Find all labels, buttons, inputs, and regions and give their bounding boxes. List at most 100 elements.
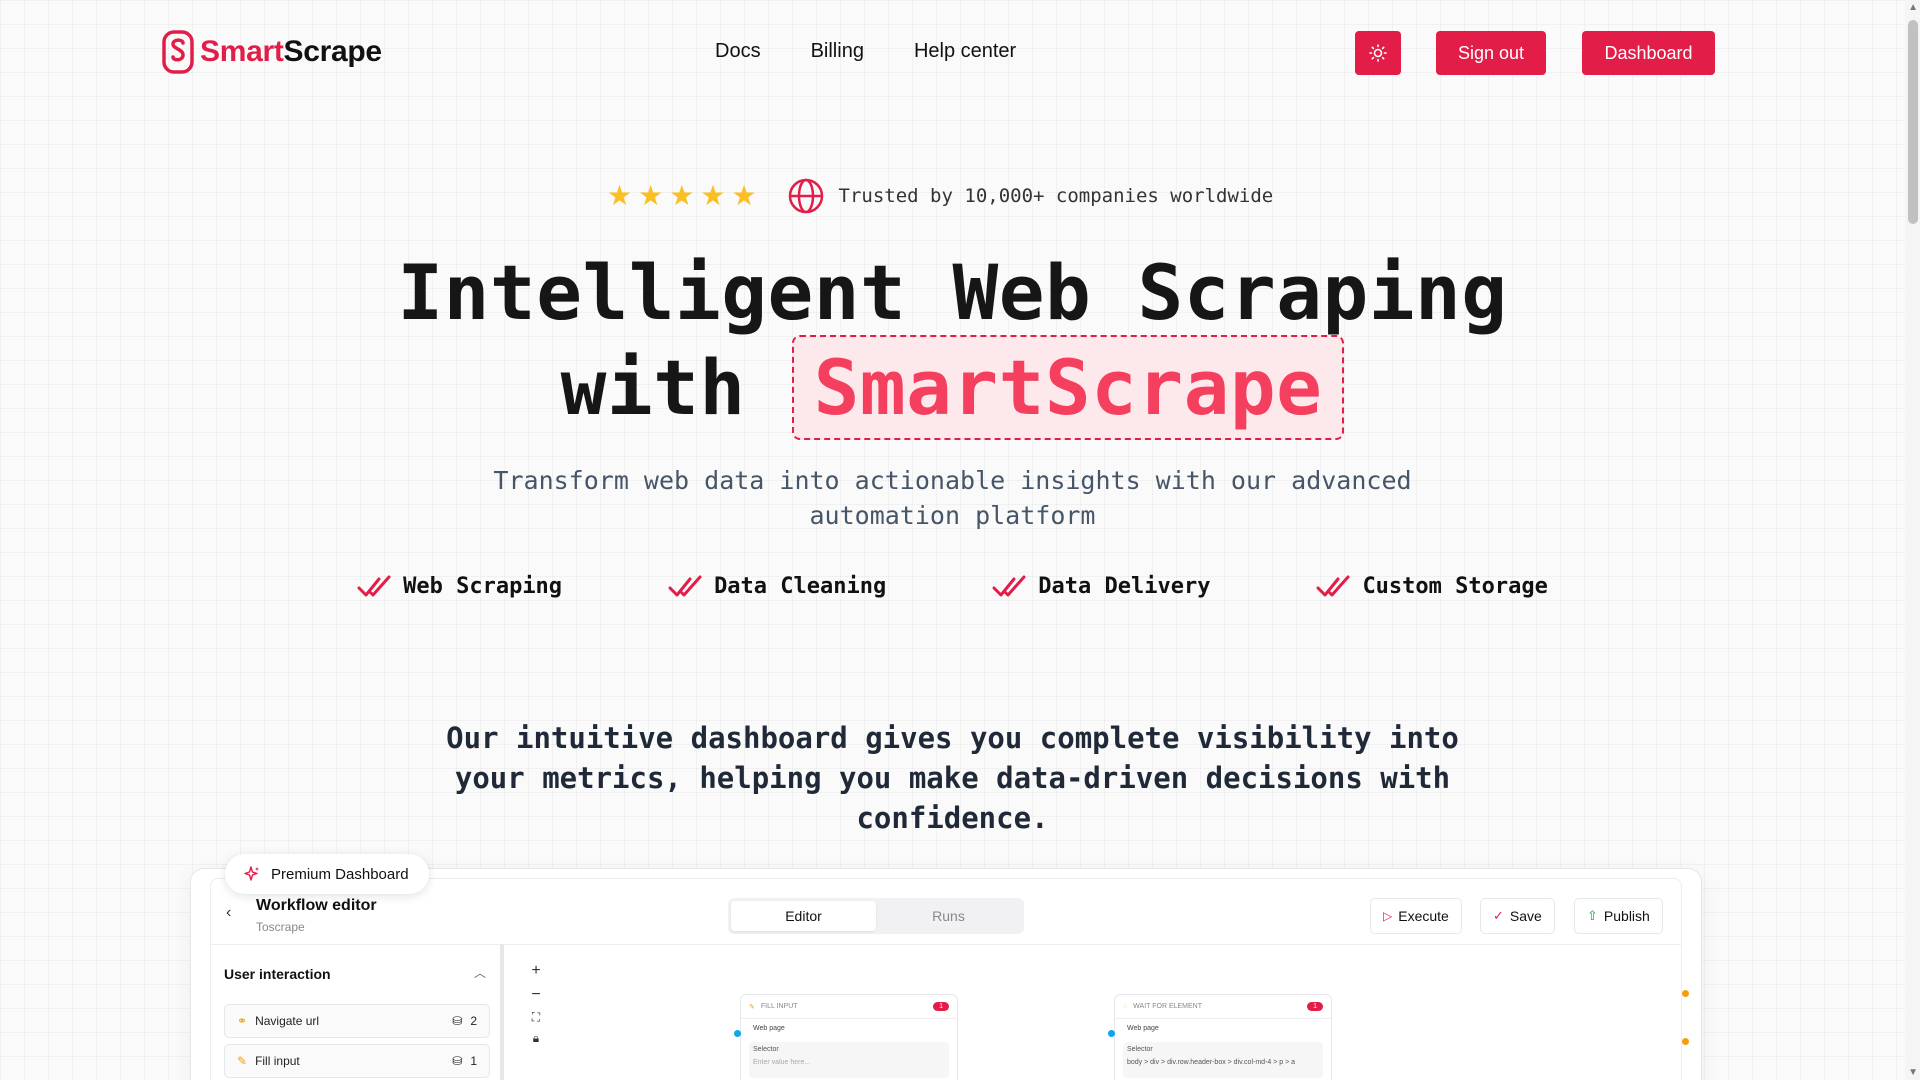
trust-text: Trusted by 10,000+ companies worldwide [838,185,1274,207]
canvas-controls: + − ⛶ 🔒︎ [524,962,548,1046]
save-label: Save [1509,908,1542,924]
execute-label: Execute [1398,908,1449,924]
feature-label: Data Cleaning [714,574,887,599]
editor-tabs: Editor Runs [728,898,1024,934]
node-selector: Selector body > div > div.row.header-box… [1123,1042,1323,1078]
flow-node-fill-input[interactable]: ✎ FILL INPUT 1 Web page Selector Enter v… [740,994,958,1080]
feature-item: Data Cleaning [668,574,886,599]
pencil-icon: ✎ [237,1054,248,1068]
task-count-value: 1 [470,1054,477,1068]
nav-links: Docs Billing Help center [715,40,1016,63]
publish-button[interactable]: ⇧ Publish [1574,898,1663,934]
node-header: ✎ FILL INPUT 1 [741,995,957,1019]
check-icon: ✓ [1493,908,1504,923]
feature-list: Web Scraping Data Cleaning Data Delivery… [0,574,1905,599]
star-icon: ★ [607,180,633,211]
task-count: ⛁ 1 [452,1054,477,1068]
sidebar-resize-handle[interactable] [500,944,504,1080]
scroll-down-icon[interactable]: ▼ [1908,1067,1918,1078]
upload-icon: ⇧ [1587,908,1598,923]
top-navbar: SmartScrape Docs Billing Help center Sig… [0,0,1905,105]
feature-item: Custom Storage [1316,574,1548,599]
scroll-up-icon[interactable]: ▲ [1908,2,1918,13]
lead-line3: confidence. [856,801,1049,835]
link-icon: ⚭ [237,1014,248,1028]
editor-divider [211,944,1681,945]
section-title: User interaction [224,966,331,982]
double-check-icon [1316,575,1350,596]
sparkles-icon [244,866,259,881]
nav-link-docs[interactable]: Docs [715,40,761,63]
hero-subtitle-line2: automation platform [809,501,1096,530]
hero-highlight: SmartScrape [791,335,1345,440]
chevron-up-icon[interactable]: ︿ [474,964,486,981]
double-check-icon [992,575,1026,596]
scrollbar-thumb[interactable] [1908,20,1918,224]
tab-editor[interactable]: Editor [731,901,876,931]
lock-icon[interactable]: 🔒︎ [533,1031,539,1046]
double-check-icon [668,575,702,596]
task-label: Navigate url [255,1014,320,1028]
task-count: ⛁ 2 [452,1014,477,1028]
selector-label: Selector [1127,1046,1153,1053]
node-badge: 1 [1307,1002,1323,1011]
theme-toggle-button[interactable] [1355,31,1401,75]
node-selector: Selector Enter value here... [749,1042,949,1078]
nav-link-help-center[interactable]: Help center [914,40,1016,63]
feature-label: Web Scraping [403,574,563,599]
sign-out-button[interactable]: Sign out [1436,31,1546,75]
zoom-out-icon[interactable]: − [531,986,540,1004]
hero-subtitle-line1: Transform web data into actionable insig… [493,466,1412,495]
selector-input[interactable]: body > div > div.row.header-box > div.co… [1127,1059,1319,1066]
node-row: Web page [1127,1025,1159,1032]
task-item-navigate-url[interactable]: ⚭ Navigate url ⛁ 2 [224,1004,490,1038]
star-icon: ★ [638,180,664,211]
star-icon: ★ [731,180,757,211]
premium-badge: Premium Dashboard [225,854,429,894]
zoom-in-icon[interactable]: + [531,962,540,980]
sun-icon [1369,44,1387,62]
task-label: Fill input [255,1054,300,1068]
feature-label: Data Delivery [1038,574,1211,599]
node-badge: 1 [933,1002,949,1011]
double-check-icon [357,575,391,596]
hero-title-prefix: with [560,343,746,432]
workflow-title: Workflow editor [256,897,377,914]
connector-dot [1682,1038,1689,1045]
globe-icon [788,178,823,214]
feature-item: Web Scraping [357,574,562,599]
rating-stars: ★ ★ ★ ★ ★ [607,182,757,210]
node-title: WAIT FOR ELEMENT [1133,1003,1203,1010]
nav-link-billing[interactable]: Billing [811,40,864,63]
lead-line1: Our intuitive dashboard gives you comple… [446,721,1459,755]
hero-title-line1: Intelligent Web Scraping [397,248,1508,337]
hero-title-line2: with SmartScrape [0,335,1905,440]
task-count-value: 2 [470,1014,477,1028]
connector-dot [1682,990,1689,997]
execute-button[interactable]: ▷ Execute [1370,898,1462,934]
node-row: Web page [753,1025,785,1032]
star-icon: ★ [669,180,695,211]
coins-icon: ⛁ [452,1014,463,1028]
pencil-icon: ✎ [749,1003,755,1011]
premium-badge-label: Premium Dashboard [271,865,409,883]
back-chevron-icon[interactable]: ‹ [226,904,231,922]
node-header: ◌ WAIT FOR ELEMENT 1 [1115,995,1331,1019]
brand-name: SmartScrape [200,35,382,68]
star-icon: ★ [700,180,726,211]
node-title: FILL INPUT [760,1003,798,1010]
play-icon: ▷ [1383,909,1393,923]
tab-runs[interactable]: Runs [876,901,1021,931]
dashboard-button[interactable]: Dashboard [1582,31,1715,75]
page-scrollbar[interactable]: ▲ ▼ [1905,0,1920,1080]
selector-input[interactable]: Enter value here... [753,1059,945,1066]
brand-logo[interactable]: SmartScrape [162,30,382,74]
flow-node-wait-for-element[interactable]: ◌ WAIT FOR ELEMENT 1 Web page Selector b… [1114,994,1332,1080]
connector-dot [734,1030,741,1037]
fit-view-icon[interactable]: ⛶ [532,1010,540,1025]
save-button[interactable]: ✓ Save [1480,898,1555,934]
task-item-fill-input[interactable]: ✎ Fill input ⛁ 1 [224,1044,490,1078]
lead-line2: your metrics, helping you make data-driv… [454,761,1451,795]
clock-icon: ◌ [1123,1003,1128,1010]
feature-label: Custom Storage [1362,574,1548,599]
